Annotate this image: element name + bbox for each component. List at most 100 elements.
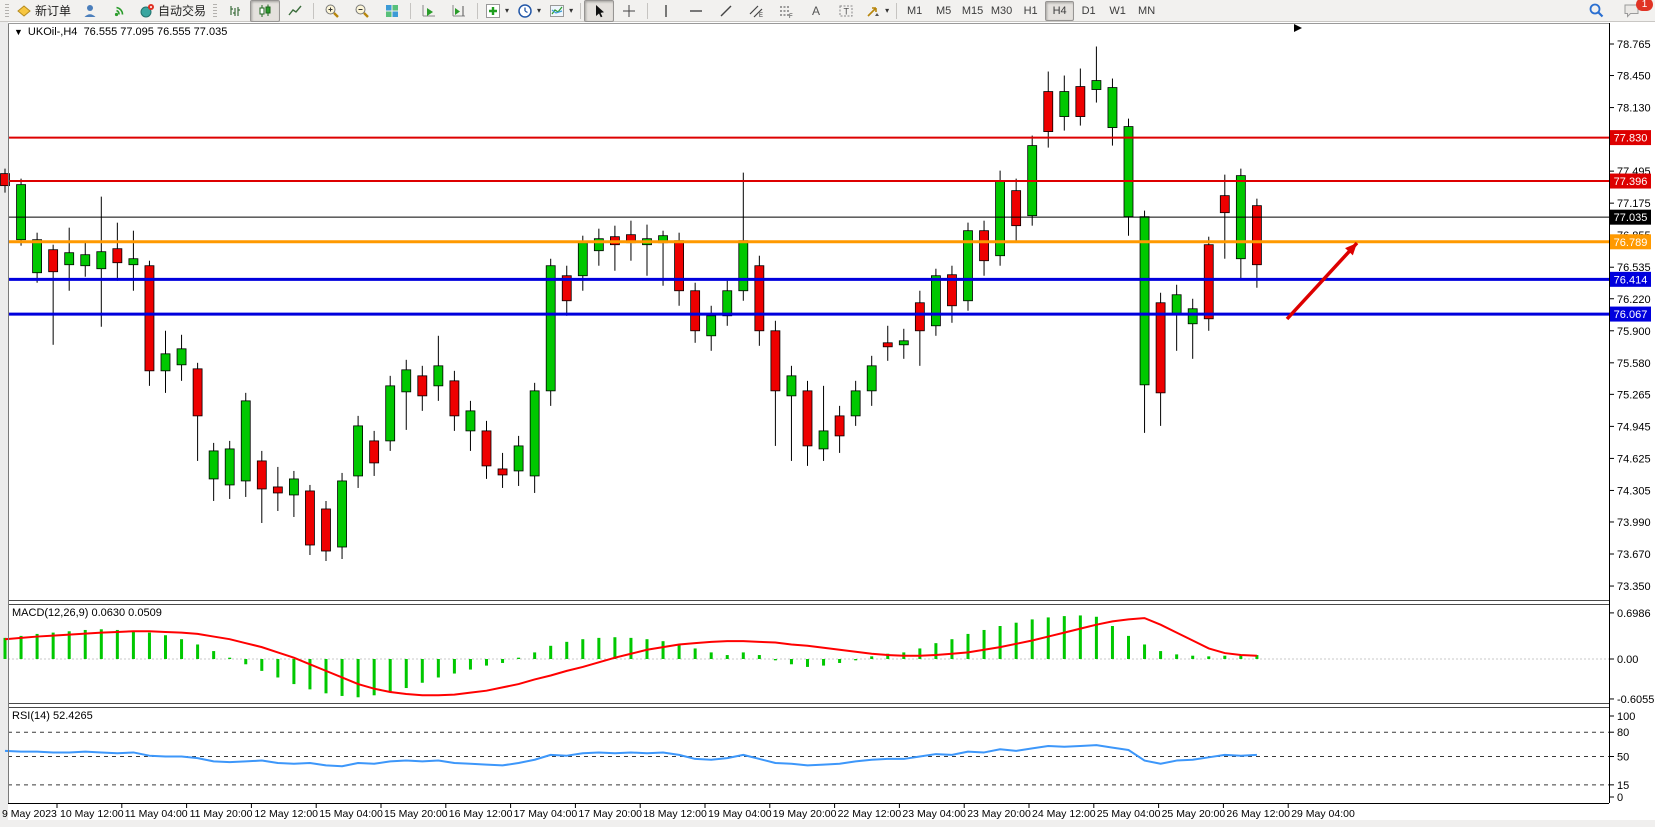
- candle-body: [835, 416, 844, 436]
- candle-body: [1220, 196, 1229, 213]
- cursor-tool-button[interactable]: [584, 0, 614, 22]
- tile-windows-button[interactable]: [377, 0, 407, 22]
- price-badge-77.035: 77.035: [1610, 210, 1651, 225]
- time-axis-label: 17 May 20:00: [578, 808, 642, 820]
- signal-button[interactable]: [105, 0, 135, 22]
- zoom-in-button[interactable]: [317, 0, 347, 22]
- chart-symbol-label: UKOil-,H4: [28, 26, 78, 38]
- equidistant-channel-tool-button[interactable]: E: [741, 0, 771, 22]
- candle-body: [723, 291, 732, 316]
- templates-button[interactable]: ▾: [545, 0, 577, 22]
- zoom-out-icon: [354, 3, 370, 19]
- macd-histogram-bar: [983, 630, 986, 659]
- candle-body: [675, 241, 684, 291]
- chat-button[interactable]: 1: [1617, 0, 1647, 22]
- candle-body: [97, 252, 106, 269]
- macd-histogram-bar: [597, 638, 600, 659]
- text-label-tool-button[interactable]: T: [831, 0, 861, 22]
- chat-unread-badge: 1: [1636, 0, 1653, 11]
- candle-body: [33, 240, 42, 273]
- timeframes-clock-button[interactable]: ▾: [513, 0, 545, 22]
- candle-body: [771, 331, 780, 391]
- macd-histogram-bar: [405, 659, 408, 688]
- candle-body: [1172, 295, 1181, 315]
- macd-histogram-bar: [662, 641, 665, 659]
- candlestick-chart-button[interactable]: [250, 0, 280, 22]
- bar-chart-button[interactable]: [220, 0, 250, 22]
- line-chart-button[interactable]: [280, 0, 310, 22]
- macd-histogram-bar: [758, 655, 761, 659]
- indicators-button[interactable]: ▾: [481, 0, 513, 22]
- tf-button-d1[interactable]: D1: [1074, 1, 1103, 21]
- time-axis[interactable]: 9 May 202310 May 12:0011 May 04:0011 May…: [2, 804, 1355, 820]
- new-order-button[interactable]: 新订单: [12, 0, 75, 22]
- tf-button-w1[interactable]: W1: [1103, 1, 1132, 21]
- arrow-objects-dropdown-caret[interactable]: ▾: [885, 6, 889, 15]
- arrow-annotation[interactable]: [1287, 243, 1357, 319]
- tf-button-m5[interactable]: M5: [929, 1, 958, 21]
- indicators-dropdown-caret[interactable]: ▾: [505, 6, 509, 15]
- timeframes-dropdown-caret[interactable]: ▾: [537, 6, 541, 15]
- candle-body: [1204, 245, 1213, 319]
- macd-histogram-bar: [244, 659, 247, 664]
- price-axis[interactable]: 78.76578.45078.13077.49577.17576.85576.5…: [1609, 39, 1651, 593]
- chart-shift-button[interactable]: [444, 0, 474, 22]
- macd-histogram-bar: [437, 659, 440, 677]
- candle-body: [354, 426, 363, 476]
- macd-histogram-bar: [292, 659, 295, 684]
- price-badge-77.396: 77.396: [1610, 174, 1651, 189]
- chart-collapse-icon[interactable]: ▼: [14, 27, 23, 37]
- candle-body: [338, 481, 347, 547]
- templates-dropdown-caret[interactable]: ▾: [569, 6, 573, 15]
- price-axis-tick-label: 74.625: [1617, 453, 1651, 465]
- trendline-tool-button[interactable]: [711, 0, 741, 22]
- accounts-button[interactable]: [75, 0, 105, 22]
- chart-canvas[interactable]: 78.76578.45078.13077.49577.17576.85576.5…: [0, 22, 1655, 827]
- svg-text:A: A: [812, 4, 820, 18]
- candle-body: [225, 449, 234, 485]
- crosshair-tool-button[interactable]: [614, 0, 644, 22]
- macd-histogram-bar: [581, 639, 584, 659]
- macd-histogram-bar: [854, 659, 857, 660]
- candle-body: [129, 259, 138, 265]
- candle-body: [257, 461, 266, 489]
- candle-body: [1044, 92, 1053, 132]
- time-axis-label: 18 May 12:00: [643, 808, 707, 820]
- search-button[interactable]: [1581, 0, 1611, 22]
- candle-body: [546, 266, 555, 391]
- toolbar-grip[interactable]: [5, 4, 9, 18]
- price-axis-tick-label: 73.350: [1617, 581, 1651, 593]
- toolbar: 新订单 自动交易: [0, 0, 1655, 22]
- auto-trading-button[interactable]: 自动交易: [135, 0, 210, 22]
- zoom-out-button[interactable]: [347, 0, 377, 22]
- auto-scroll-icon: [421, 3, 437, 19]
- macd-histogram-bar: [1095, 617, 1098, 659]
- fibonacci-tool-button[interactable]: F: [771, 0, 801, 22]
- macd-histogram-bar: [1223, 656, 1226, 659]
- text-label-icon: T: [838, 3, 854, 19]
- tf-button-m15[interactable]: M15: [958, 1, 987, 21]
- macd-histogram-bar: [870, 656, 873, 659]
- tf-button-m30[interactable]: M30: [987, 1, 1016, 21]
- horizontal-line-tool-button[interactable]: [681, 0, 711, 22]
- price-badge-label: 77.396: [1614, 176, 1648, 188]
- text-tool-button[interactable]: A: [801, 0, 831, 22]
- arrow-objects-button[interactable]: ▾: [861, 0, 893, 22]
- search-icon: [1588, 2, 1605, 19]
- time-axis-label: 10 May 12:00: [60, 808, 124, 820]
- window-bottom-edge: [0, 820, 1655, 827]
- vertical-line-tool-button[interactable]: [651, 0, 681, 22]
- tf-button-h1[interactable]: H1: [1016, 1, 1045, 21]
- toolbar-grip[interactable]: [213, 4, 217, 18]
- auto-scroll-button[interactable]: [414, 0, 444, 22]
- time-axis-label: 15 May 20:00: [384, 808, 448, 820]
- panel-dividers[interactable]: [8, 601, 1609, 708]
- chart-symbol-title[interactable]: ▼UKOil-,H4 76.555 77.095 76.555 77.035: [14, 26, 227, 38]
- tf-button-mn[interactable]: MN: [1132, 1, 1161, 21]
- tf-button-h4[interactable]: H4: [1045, 1, 1074, 21]
- macd-histogram-bar: [132, 631, 135, 659]
- tf-button-m1[interactable]: M1: [900, 1, 929, 21]
- bar-chart-icon: [227, 3, 243, 19]
- svg-text:T: T: [844, 6, 850, 16]
- price-axis-tick-label: 78.130: [1617, 103, 1651, 115]
